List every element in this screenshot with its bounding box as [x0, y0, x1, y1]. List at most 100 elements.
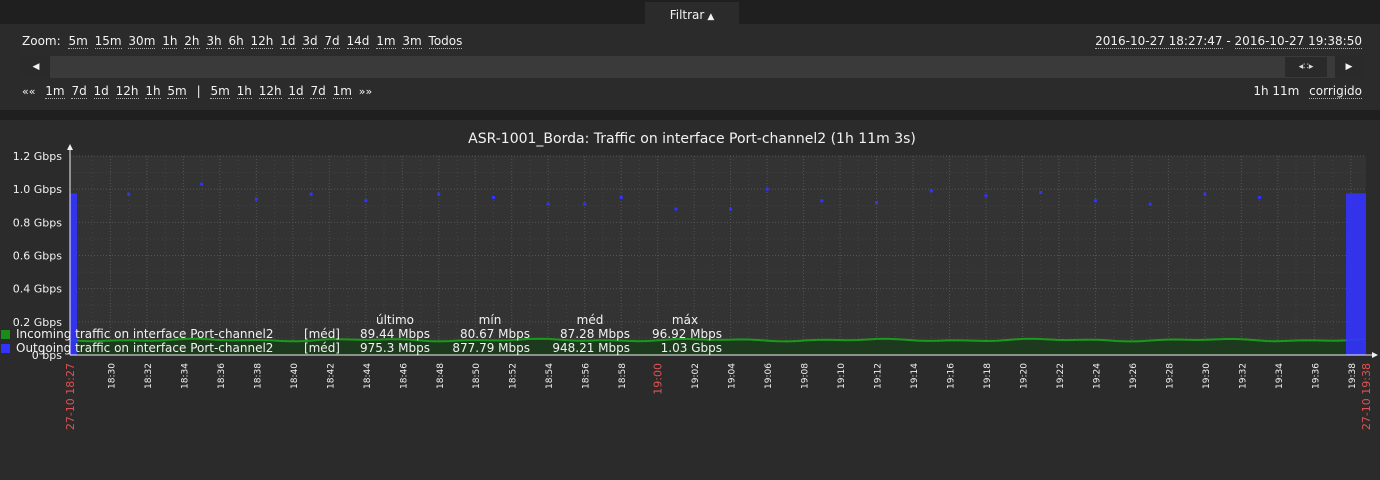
- legend-row-incoming: Incoming traffic on interface Port-chann…: [0, 327, 740, 341]
- outgoing-point: [1203, 192, 1207, 196]
- zoom-option-2h[interactable]: 2h: [184, 34, 200, 49]
- drag-handle-icon: ◂∷▸: [1298, 62, 1314, 72]
- scroll-left-button[interactable]: ◀: [22, 56, 50, 78]
- x-tick-label: 19:12: [874, 363, 884, 389]
- nav-back-7d[interactable]: 7d: [71, 84, 87, 99]
- outgoing-point: [820, 199, 824, 203]
- scrollbar-track[interactable]: [52, 56, 1333, 78]
- x-tick-label: 18:44: [363, 363, 373, 389]
- outgoing-point: [437, 192, 441, 196]
- jump-back-icon[interactable]: ««: [22, 85, 35, 98]
- time-range-from: 2016-10-27 18:27:47: [1095, 34, 1223, 49]
- zoom-option-12h[interactable]: 12h: [250, 34, 274, 49]
- outgoing-point: [254, 197, 258, 201]
- time-range-separator: -: [1226, 34, 1231, 48]
- nav-forward-1m[interactable]: 1m: [332, 84, 352, 99]
- outgoing-point: [491, 195, 495, 199]
- outgoing-point: [1093, 199, 1097, 203]
- divider: [0, 110, 1380, 120]
- zoom-option-3h[interactable]: 3h: [206, 34, 222, 49]
- y-axis-arrow-icon: [67, 144, 73, 150]
- x-tick-label: 18:30: [107, 363, 117, 389]
- zoom-option-1d[interactable]: 1d: [280, 34, 296, 49]
- zoom-option-1h[interactable]: 1h: [162, 34, 178, 49]
- zoom-option-5m[interactable]: 5m: [68, 34, 88, 49]
- x-tick-label: 18:46: [399, 363, 409, 389]
- legend-series-name: Incoming traffic on interface Port-chann…: [16, 327, 274, 341]
- x-tick-label: 19:38: [1348, 363, 1358, 389]
- scrollbar-handle[interactable]: ◂∷▸: [1285, 57, 1327, 77]
- zoom-option-3d[interactable]: 3d: [302, 34, 318, 49]
- zoom-label: Zoom:: [22, 34, 61, 48]
- outgoing-bar-end: [1346, 193, 1366, 355]
- outgoing-point: [309, 192, 313, 196]
- time-range: 2016-10-27 18:27:47 - 2016-10-27 19:38:5…: [1095, 34, 1362, 49]
- y-tick-label: 0.6 Gbps: [13, 250, 62, 263]
- filter-tab[interactable]: Filtrar ▲: [645, 2, 739, 26]
- x-tick-label: 18:58: [618, 363, 628, 389]
- zoom-option-30m[interactable]: 30m: [128, 34, 156, 49]
- nav-forward-5m[interactable]: 5m: [210, 84, 230, 99]
- x-tick-label: 19:14: [910, 363, 920, 389]
- x-tick-label: 19:24: [1092, 363, 1102, 389]
- y-tick-label: 0.4 Gbps: [13, 283, 62, 296]
- x-tick-label: 19:30: [1202, 363, 1212, 389]
- x-tick-label: 19:22: [1056, 363, 1066, 389]
- nav-forward-1d[interactable]: 1d: [288, 84, 304, 99]
- scroll-right-button[interactable]: ▶: [1335, 56, 1363, 78]
- caret-up-icon: ▲: [707, 12, 715, 22]
- x-tick-label: 19:36: [1311, 363, 1321, 389]
- x-end-label: 27-10 19:38: [1360, 363, 1373, 430]
- zoom-option-todos[interactable]: Todos: [428, 34, 463, 49]
- legend-header: último mín méd máx: [0, 313, 740, 327]
- x-tick-label: 19:32: [1238, 363, 1248, 389]
- legend-swatch-incoming: [1, 330, 10, 339]
- nav-back-1h[interactable]: 1h: [145, 84, 161, 99]
- nav-back-1d[interactable]: 1d: [93, 84, 109, 99]
- period-mode-toggle[interactable]: corrigido: [1309, 84, 1362, 99]
- zoom-option-7d[interactable]: 7d: [324, 34, 340, 49]
- zoom-option-15m[interactable]: 15m: [94, 34, 122, 49]
- nav-back-12h[interactable]: 12h: [115, 84, 139, 99]
- time-scrollbar[interactable]: ◀ ◂∷▸ ▶: [22, 56, 1363, 78]
- y-tick-label: 1.2 Gbps: [13, 150, 62, 163]
- outgoing-point: [1148, 202, 1152, 206]
- jump-forward-icon[interactable]: »»: [359, 85, 372, 98]
- nav-forward-12h[interactable]: 12h: [258, 84, 282, 99]
- navigation-row: «« 1m 7d 1d 12h 1h 5m | 5m 1h 12h 1d 7d …: [22, 84, 378, 99]
- y-tick-label: 1.0 Gbps: [13, 183, 62, 196]
- x-tick-label: 19:04: [728, 363, 738, 389]
- outgoing-point: [1258, 195, 1262, 199]
- x-tick-label: 19:08: [801, 363, 811, 389]
- outgoing-point: [1039, 190, 1043, 194]
- x-tick-label: 19:18: [983, 363, 993, 389]
- x-tick-label: 19:28: [1165, 363, 1175, 389]
- zoom-option-3m[interactable]: 3m: [402, 34, 422, 49]
- zoom-option-1m[interactable]: 1m: [376, 34, 396, 49]
- nav-back-1m[interactable]: 1m: [45, 84, 65, 99]
- legend-header-min: mín: [478, 313, 502, 327]
- outgoing-point: [583, 202, 587, 206]
- zoom-option-14d[interactable]: 14d: [346, 34, 370, 49]
- legend-series-name: Outgoing traffic on interface Port-chann…: [16, 341, 274, 355]
- x-tick-label: 18:34: [180, 363, 190, 389]
- legend-min-value: 877.79 Mbps: [452, 341, 530, 355]
- zoom-option-6h[interactable]: 6h: [228, 34, 244, 49]
- nav-forward-1h[interactable]: 1h: [236, 84, 252, 99]
- legend-last-value: 89.44 Mbps: [359, 327, 430, 341]
- nav-back-5m[interactable]: 5m: [167, 84, 187, 99]
- x-tick-label: 19:02: [691, 363, 701, 389]
- legend-row-outgoing: Outgoing traffic on interface Port-chann…: [0, 341, 740, 355]
- x-tick-label: 19:06: [764, 363, 774, 389]
- period-info: 1h 11m corrigido: [1253, 84, 1362, 99]
- y-tick-label: 0.8 Gbps: [13, 216, 62, 229]
- outgoing-point: [765, 187, 769, 191]
- outgoing-point: [729, 207, 733, 211]
- outgoing-point: [674, 207, 678, 211]
- x-tick-label: 19:20: [1019, 363, 1029, 389]
- triangle-right-icon: ▶: [1345, 62, 1353, 72]
- x-tick-label: 18:38: [253, 363, 263, 389]
- outgoing-point: [546, 202, 550, 206]
- nav-forward-7d[interactable]: 7d: [310, 84, 326, 99]
- x-tick-label: 18:42: [326, 363, 336, 389]
